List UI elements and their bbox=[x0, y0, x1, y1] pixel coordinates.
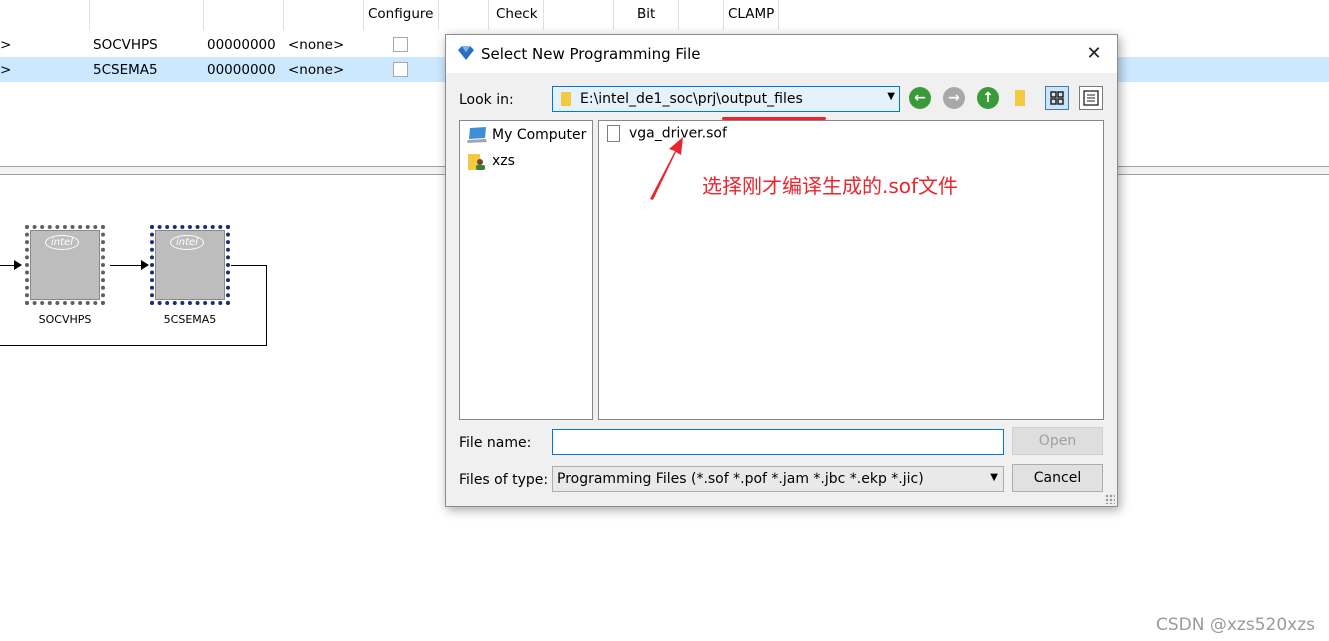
cancel-button[interactable]: Cancel bbox=[1012, 464, 1103, 492]
back-icon[interactable]: ← bbox=[909, 87, 931, 109]
watermark: CSDN @xzs520xzs bbox=[1155, 615, 1315, 635]
file-name-input[interactable] bbox=[552, 429, 1004, 455]
dialog-titlebar[interactable]: Select New Programming File ✕ bbox=[446, 35, 1117, 73]
sidebar-item-xzs[interactable]: xzs bbox=[466, 152, 515, 170]
file-name-label: File name: bbox=[459, 435, 532, 451]
look-in-label: Look in: bbox=[459, 92, 514, 108]
checksum: 00000000 bbox=[207, 62, 276, 78]
header-clamp[interactable]: CLAMP bbox=[728, 6, 774, 22]
up-folder-icon[interactable]: ↑ bbox=[977, 87, 999, 109]
header-check[interactable]: Check bbox=[496, 6, 538, 22]
close-icon[interactable]: ✕ bbox=[1081, 41, 1107, 67]
look-in-combo[interactable]: E:\intel_de1_soc\prj\output_files ▼ bbox=[552, 86, 900, 112]
annotation-arrow-icon bbox=[650, 137, 683, 200]
sidebar-item-label: My Computer bbox=[492, 127, 587, 143]
folder-icon bbox=[561, 92, 571, 106]
annotation-underline bbox=[722, 117, 826, 120]
configure-checkbox[interactable] bbox=[393, 37, 408, 52]
list-view-icon[interactable] bbox=[1045, 86, 1069, 110]
chip-label: SOCVHPS bbox=[38, 313, 92, 326]
table-header: Configure Check Bit CLAMP bbox=[0, 0, 1329, 30]
row-expand[interactable]: > bbox=[0, 62, 11, 78]
select-file-dialog: Select New Programming File ✕ Look in: E… bbox=[445, 34, 1118, 507]
open-button[interactable]: Open bbox=[1012, 427, 1103, 455]
dialog-title: Select New Programming File bbox=[481, 45, 701, 63]
new-folder-icon[interactable] bbox=[1015, 90, 1025, 106]
files-of-type-value: Programming Files (*.sof *.pof *.jam *.j… bbox=[557, 471, 924, 487]
files-of-type-select[interactable]: Programming Files (*.sof *.pof *.jam *.j… bbox=[552, 466, 1004, 492]
device-name: 5CSEMA5 bbox=[93, 62, 158, 78]
intel-logo-icon: intel bbox=[45, 235, 79, 250]
chevron-down-icon: ▼ bbox=[887, 91, 895, 102]
usercode: <none> bbox=[288, 62, 345, 78]
checksum: 00000000 bbox=[207, 37, 276, 53]
screen: Configure Check Bit CLAMP > SOCVHPS 0000… bbox=[0, 0, 1329, 641]
header-configure[interactable]: Configure bbox=[368, 6, 433, 22]
look-in-path: E:\intel_de1_soc\prj\output_files bbox=[580, 91, 803, 107]
computer-icon bbox=[466, 126, 487, 144]
annotation-text: 选择刚才编译生成的.sof文件 bbox=[702, 174, 959, 198]
file-icon bbox=[607, 125, 620, 142]
chip-label: 5CSEMA5 bbox=[163, 313, 217, 326]
quartus-app-icon bbox=[458, 46, 474, 60]
sidebar-item-my-computer[interactable]: My Computer bbox=[466, 126, 586, 144]
device-name: SOCVHPS bbox=[93, 37, 158, 53]
chain-arrow-icon bbox=[141, 260, 149, 270]
configure-checkbox[interactable] bbox=[393, 62, 408, 77]
chevron-down-icon: ▼ bbox=[990, 472, 998, 483]
sidebar-item-label: xzs bbox=[492, 153, 515, 169]
chip-5csema5[interactable]: intel bbox=[150, 225, 230, 305]
user-folder-icon bbox=[466, 152, 486, 170]
header-bit[interactable]: Bit bbox=[637, 6, 655, 22]
chip-socvhps[interactable]: intel bbox=[25, 225, 105, 305]
intel-logo-icon: intel bbox=[170, 235, 204, 250]
row-expand[interactable]: > bbox=[0, 37, 11, 53]
files-of-type-label: Files of type: bbox=[459, 472, 549, 488]
usercode: <none> bbox=[288, 37, 345, 53]
detail-view-icon[interactable] bbox=[1079, 86, 1103, 110]
chain-arrow-icon bbox=[14, 260, 22, 270]
places-sidebar: My Computer xzs bbox=[459, 120, 593, 420]
resize-grip-icon[interactable] bbox=[1105, 494, 1115, 504]
forward-icon[interactable]: → bbox=[943, 87, 965, 109]
